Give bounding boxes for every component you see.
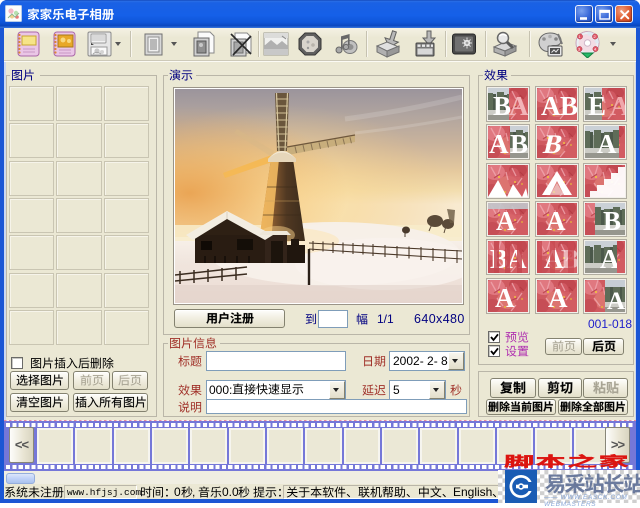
svg-text:A: A: [610, 91, 625, 120]
svg-text:A: A: [546, 206, 566, 235]
svg-text:B: B: [560, 91, 577, 120]
svg-text:A: A: [496, 206, 516, 235]
svg-text:A: A: [597, 129, 617, 158]
svg-text:A: A: [541, 91, 561, 120]
svg-text:A: A: [607, 288, 625, 312]
svg-text:A: A: [495, 283, 515, 312]
svg-text:A: A: [548, 283, 568, 312]
svg-text:B: B: [603, 206, 621, 235]
svg-text:B: B: [510, 129, 528, 158]
svg-text:E: E: [588, 91, 606, 120]
svg-text:A: A: [509, 91, 528, 120]
svg-text:A: A: [489, 129, 509, 158]
